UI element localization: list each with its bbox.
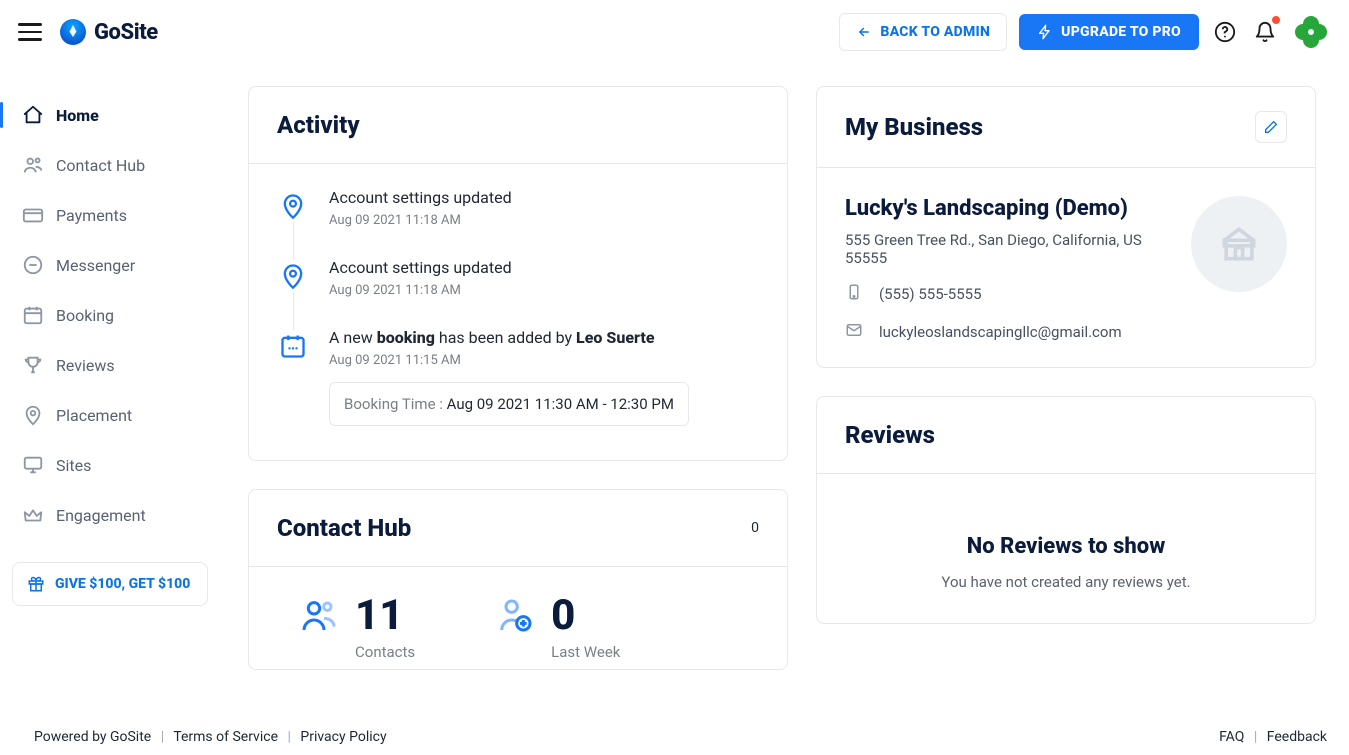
sidebar-label: Payments xyxy=(56,206,127,225)
contacts-label: Contacts xyxy=(355,643,415,661)
sidebar-item-placement[interactable]: Placement xyxy=(0,390,220,440)
give-button[interactable]: GIVE $100, GET $100 xyxy=(13,563,207,605)
contacts-icon xyxy=(22,154,44,176)
booking-icon xyxy=(277,330,309,362)
activity-item: Account settings updated Aug 09 2021 11:… xyxy=(277,188,759,258)
activity-title-text: Account settings updated xyxy=(329,258,512,277)
privacy-link[interactable]: Privacy Policy xyxy=(300,729,386,745)
activity-title-text: Account settings updated xyxy=(329,188,512,207)
contacts-group-icon xyxy=(299,595,339,639)
activity-date: Aug 09 2021 11:15 AM xyxy=(329,353,689,368)
nav-list: Home Contact Hub Payments Messenger Book… xyxy=(0,90,220,540)
business-email: luckyleoslandscapingllc@gmail.com xyxy=(879,323,1122,341)
chat-icon xyxy=(22,254,44,276)
activity-card: Activity Account settings updated Aug 09… xyxy=(248,86,788,461)
contact-hub-count: 0 xyxy=(751,520,759,536)
edit-button[interactable] xyxy=(1255,111,1287,143)
my-business-title: My Business xyxy=(845,113,983,141)
sidebar-label: Home xyxy=(56,106,99,125)
stat-contacts: 11 Contacts xyxy=(299,595,415,661)
sidebar-item-payments[interactable]: Payments xyxy=(0,190,220,240)
business-name: Lucky's Landscaping (Demo) xyxy=(845,196,1171,221)
powered-by: Powered by GoSite xyxy=(34,729,151,745)
sidebar-label: Sites xyxy=(56,456,91,475)
location-icon xyxy=(277,190,309,222)
brand-name: GoSite xyxy=(94,20,158,45)
sidebar-item-booking[interactable]: Booking xyxy=(0,290,220,340)
reviews-title: Reviews xyxy=(845,421,935,449)
phone-icon xyxy=(845,283,865,305)
activity-item: A new booking has been added by Leo Suer… xyxy=(277,328,759,436)
contact-hub-card: Contact Hub 0 11 Contacts xyxy=(248,489,788,670)
card-icon xyxy=(22,204,44,226)
reviews-empty-title: No Reviews to show xyxy=(837,534,1295,559)
sidebar-item-home[interactable]: Home xyxy=(0,90,220,140)
logo-mark-icon xyxy=(60,19,86,45)
back-to-admin-button[interactable]: BACK TO ADMIN xyxy=(839,13,1007,51)
user-plus-icon xyxy=(495,595,535,639)
activity-date: Aug 09 2021 11:18 AM xyxy=(329,213,512,228)
main: Activity Account settings updated Aug 09… xyxy=(230,64,1340,670)
activity-title: Activity xyxy=(277,111,360,139)
booking-time-box: Booking Time : Aug 09 2021 11:30 AM - 12… xyxy=(329,382,689,426)
sidebar-item-reviews[interactable]: Reviews xyxy=(0,340,220,390)
business-address: 555 Green Tree Rd., San Diego, Californi… xyxy=(845,231,1171,267)
terms-link[interactable]: Terms of Service xyxy=(173,729,278,745)
give-label: GIVE $100, GET $100 xyxy=(55,576,190,592)
lastweek-label: Last Week xyxy=(551,643,620,661)
reviews-empty-sub: You have not created any reviews yet. xyxy=(837,573,1295,591)
sidebar-item-messenger[interactable]: Messenger xyxy=(0,240,220,290)
crown-icon xyxy=(22,504,44,526)
bolt-icon xyxy=(1037,24,1053,40)
give-card: GIVE $100, GET $100 xyxy=(12,562,208,606)
location-icon xyxy=(277,260,309,292)
sidebar-label: Reviews xyxy=(56,356,115,375)
pencil-icon xyxy=(1263,119,1279,135)
business-phone: (555) 555-5555 xyxy=(879,285,982,303)
brand-logo[interactable]: GoSite xyxy=(60,19,158,45)
calendar-icon xyxy=(22,304,44,326)
arrow-left-icon xyxy=(856,25,872,39)
sidebar-item-contact-hub[interactable]: Contact Hub xyxy=(0,140,220,190)
pin-icon xyxy=(22,404,44,426)
sidebar-label: Messenger xyxy=(56,256,135,275)
sidebar-label: Engagement xyxy=(56,506,146,525)
sidebar-item-engagement[interactable]: Engagement xyxy=(0,490,220,540)
lastweek-value: 0 xyxy=(551,595,620,637)
contact-hub-title: Contact Hub xyxy=(277,514,411,542)
business-phone-row: (555) 555-5555 xyxy=(845,283,1171,305)
upgrade-label: UPGRADE TO PRO xyxy=(1061,24,1181,40)
header-right: BACK TO ADMIN UPGRADE TO PRO xyxy=(839,12,1331,52)
contacts-value: 11 xyxy=(355,595,415,637)
reviews-card: Reviews No Reviews to show You have not … xyxy=(816,396,1316,624)
user-avatar[interactable] xyxy=(1291,12,1331,52)
footer: Powered by GoSite | Terms of Service | P… xyxy=(0,721,1349,755)
hamburger-menu-icon[interactable] xyxy=(18,20,42,44)
activity-item: Account settings updated Aug 09 2021 11:… xyxy=(277,258,759,328)
back-to-admin-label: BACK TO ADMIN xyxy=(880,24,990,40)
sidebar-label: Contact Hub xyxy=(56,156,145,175)
upgrade-button[interactable]: UPGRADE TO PRO xyxy=(1019,14,1199,50)
my-business-card: My Business Lucky's Landscaping (Demo) 5… xyxy=(816,86,1316,368)
faq-link[interactable]: FAQ xyxy=(1219,729,1244,745)
trophy-icon xyxy=(22,354,44,376)
help-icon[interactable] xyxy=(1211,18,1239,46)
gift-icon xyxy=(27,575,45,593)
monitor-icon xyxy=(22,454,44,476)
notification-bell-icon[interactable] xyxy=(1251,18,1279,46)
mail-icon xyxy=(845,321,865,343)
sidebar: Home Contact Hub Payments Messenger Book… xyxy=(0,64,230,616)
stat-lastweek: 0 Last Week xyxy=(495,595,620,661)
activity-date: Aug 09 2021 11:18 AM xyxy=(329,283,512,298)
feedback-link[interactable]: Feedback xyxy=(1267,729,1327,745)
business-logo-placeholder xyxy=(1191,196,1287,292)
home-icon xyxy=(22,104,44,126)
sidebar-item-sites[interactable]: Sites xyxy=(0,440,220,490)
business-email-row: luckyleoslandscapingllc@gmail.com xyxy=(845,321,1171,343)
activity-title-text: A new booking has been added by Leo Suer… xyxy=(329,328,689,347)
header: GoSite BACK TO ADMIN UPGRADE TO PRO xyxy=(0,0,1349,64)
sidebar-label: Placement xyxy=(56,406,132,425)
sidebar-label: Booking xyxy=(56,306,114,325)
